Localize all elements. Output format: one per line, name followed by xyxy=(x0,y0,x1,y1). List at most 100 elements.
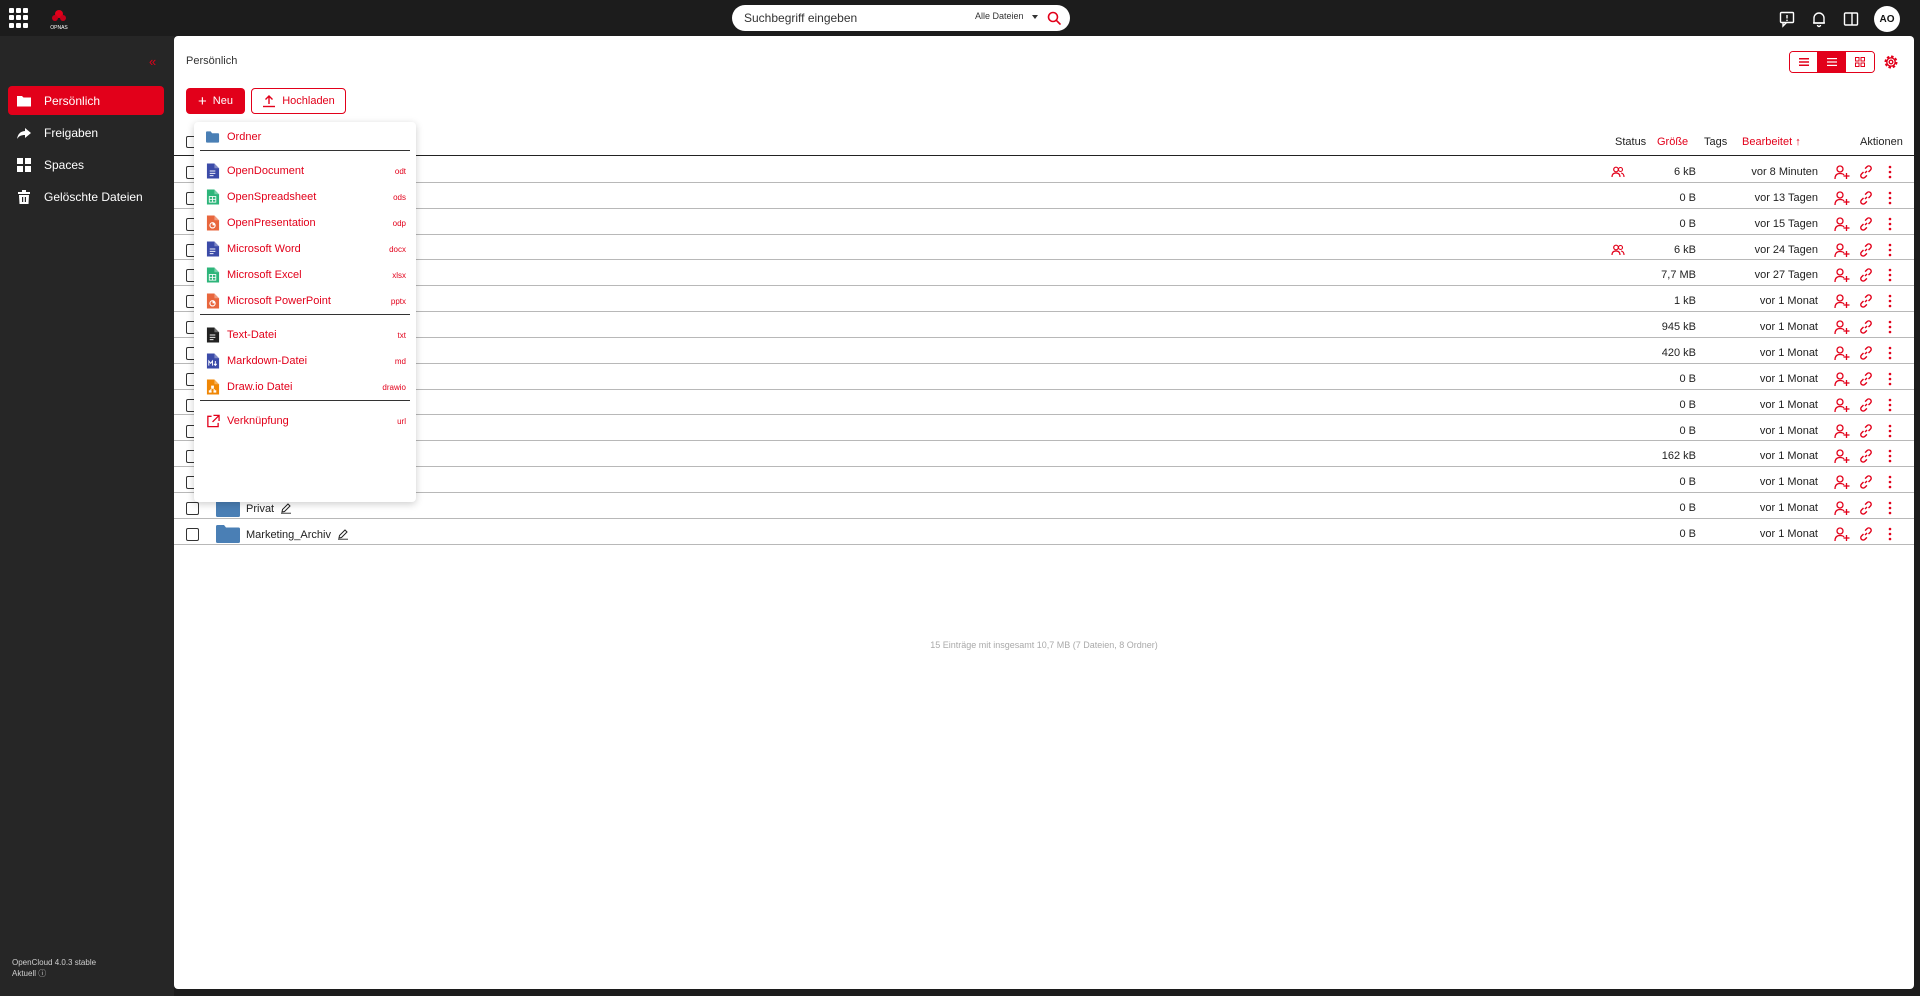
row-name[interactable]: Privat xyxy=(246,502,292,515)
more-actions-icon[interactable] xyxy=(1882,242,1898,258)
add-share-icon[interactable] xyxy=(1834,500,1850,516)
more-actions-icon[interactable] xyxy=(1882,293,1898,309)
table-row[interactable]: 0 B vor 1 Monat xyxy=(174,390,1914,416)
add-share-icon[interactable] xyxy=(1834,397,1850,413)
search-icon[interactable] xyxy=(1046,10,1062,26)
update-status[interactable]: Aktuell ⓘ xyxy=(12,968,96,979)
copy-link-icon[interactable] xyxy=(1858,190,1874,206)
row-checkbox[interactable] xyxy=(186,527,199,541)
more-actions-icon[interactable] xyxy=(1882,216,1898,232)
sidebar-item-trash[interactable]: Gelöschte Dateien xyxy=(8,182,164,211)
add-share-icon[interactable] xyxy=(1834,448,1850,464)
new-menu-item[interactable]: Verknüpfung url xyxy=(194,408,416,434)
new-menu-item[interactable]: Microsoft Excel xlsx xyxy=(194,262,416,288)
table-row[interactable]: Arbeitsverträge0 Bvor 1 Monat xyxy=(174,467,1914,494)
new-menu-item[interactable]: Microsoft PowerPoint pptx xyxy=(194,288,416,314)
add-share-icon[interactable] xyxy=(1834,474,1850,490)
header-modified[interactable]: Bearbeitet ↑ xyxy=(1742,136,1801,148)
more-actions-icon[interactable] xyxy=(1882,448,1898,464)
add-share-icon[interactable] xyxy=(1834,371,1850,387)
table-row[interactable]: Marketing_Archiv 0 B vor 1 Monat xyxy=(174,519,1914,545)
side-panel-toggle-icon[interactable] xyxy=(1842,10,1860,28)
table-row[interactable]: 6 kB vor 8 Minuten xyxy=(174,157,1914,183)
feedback-icon[interactable] xyxy=(1778,10,1796,28)
copy-link-icon[interactable] xyxy=(1858,345,1874,361)
copy-link-icon[interactable] xyxy=(1858,371,1874,387)
more-actions-icon[interactable] xyxy=(1882,526,1898,542)
notifications-bell-icon[interactable] xyxy=(1810,10,1828,28)
copy-link-icon[interactable] xyxy=(1858,267,1874,283)
row-name[interactable]: Marketing_Archiv xyxy=(246,528,349,541)
add-share-icon[interactable] xyxy=(1834,164,1850,180)
new-menu-item[interactable]: OpenDocument odt xyxy=(194,158,416,184)
new-menu-item[interactable]: Draw.io Datei drawio xyxy=(194,374,416,400)
app-switcher-icon[interactable] xyxy=(9,8,29,28)
more-actions-icon[interactable] xyxy=(1882,345,1898,361)
more-actions-icon[interactable] xyxy=(1882,164,1898,180)
more-actions-icon[interactable] xyxy=(1882,319,1898,335)
rename-pencil-icon[interactable] xyxy=(337,528,349,540)
view-list-button[interactable] xyxy=(1818,52,1846,72)
add-share-icon[interactable] xyxy=(1834,423,1850,439)
copy-link-icon[interactable] xyxy=(1858,526,1874,542)
user-avatar[interactable]: AO xyxy=(1874,6,1900,32)
settings-gear-icon[interactable] xyxy=(1882,53,1900,71)
copy-link-icon[interactable] xyxy=(1858,474,1874,490)
more-actions-icon[interactable] xyxy=(1882,397,1898,413)
copy-link-icon[interactable] xyxy=(1858,397,1874,413)
view-condensed-button[interactable] xyxy=(1790,52,1818,72)
table-row[interactable]: 420 kB vor 1 Monat xyxy=(174,338,1914,364)
shared-users-icon[interactable] xyxy=(1611,243,1625,257)
breadcrumb[interactable]: Persönlich xyxy=(186,55,237,67)
add-share-icon[interactable] xyxy=(1834,242,1850,258)
more-actions-icon[interactable] xyxy=(1882,371,1898,387)
more-actions-icon[interactable] xyxy=(1882,267,1898,283)
rename-pencil-icon[interactable] xyxy=(280,502,292,514)
new-menu-item[interactable]: Microsoft Word docx xyxy=(194,236,416,262)
add-share-icon[interactable] xyxy=(1834,267,1850,283)
table-row[interactable]: 7,7 MB vor 27 Tagen xyxy=(174,260,1914,287)
header-size[interactable]: Größe xyxy=(1657,136,1688,148)
add-share-icon[interactable] xyxy=(1834,526,1850,542)
copy-link-icon[interactable] xyxy=(1858,242,1874,258)
table-row[interactable]: Privat 0 B vor 1 Monat xyxy=(174,493,1914,519)
sidebar-item-spaces[interactable]: Spaces xyxy=(8,150,164,179)
search-scope-dropdown[interactable]: Alle Dateien xyxy=(975,11,1038,21)
table-row[interactable]: 0 B vor 1 Monat xyxy=(174,416,1914,442)
shared-users-icon[interactable] xyxy=(1611,165,1625,179)
table-row[interactable]: 0 B vor 1 Monat xyxy=(174,364,1914,390)
row-checkbox[interactable] xyxy=(186,502,199,516)
add-share-icon[interactable] xyxy=(1834,345,1850,361)
new-menu-item[interactable]: Ordner xyxy=(194,124,416,150)
view-tiles-button[interactable] xyxy=(1846,52,1874,72)
copy-link-icon[interactable] xyxy=(1858,164,1874,180)
sidebar-item-personal[interactable]: Persönlich xyxy=(8,86,164,115)
more-actions-icon[interactable] xyxy=(1882,423,1898,439)
new-button[interactable]: + Neu xyxy=(186,88,245,114)
more-actions-icon[interactable] xyxy=(1882,474,1898,490)
upload-button[interactable]: Hochladen xyxy=(251,88,346,114)
sidebar-item-shares[interactable]: Freigaben xyxy=(8,118,164,147)
copy-link-icon[interactable] xyxy=(1858,293,1874,309)
table-row[interactable]: 0 B vor 15 Tagen xyxy=(174,209,1914,235)
more-actions-icon[interactable] xyxy=(1882,190,1898,206)
table-row[interactable]: 0 B vor 13 Tagen xyxy=(174,183,1914,209)
table-row[interactable]: Angebote_2026162 kBvor 1 Monat xyxy=(174,441,1914,468)
add-share-icon[interactable] xyxy=(1834,190,1850,206)
copy-link-icon[interactable] xyxy=(1858,448,1874,464)
copy-link-icon[interactable] xyxy=(1858,216,1874,232)
copy-link-icon[interactable] xyxy=(1858,500,1874,516)
new-menu-item[interactable]: OpenPresentation odp xyxy=(194,210,416,236)
table-row[interactable]: 1 kB vor 1 Monat xyxy=(174,286,1914,313)
add-share-icon[interactable] xyxy=(1834,216,1850,232)
new-menu-item[interactable]: OpenSpreadsheet ods xyxy=(194,184,416,210)
add-share-icon[interactable] xyxy=(1834,319,1850,335)
copy-link-icon[interactable] xyxy=(1858,319,1874,335)
copy-link-icon[interactable] xyxy=(1858,423,1874,439)
search-input[interactable] xyxy=(744,10,964,26)
sidebar-collapse-icon[interactable]: « xyxy=(149,54,156,69)
table-row[interactable]: 6 kB vor 24 Tagen xyxy=(174,235,1914,261)
more-actions-icon[interactable] xyxy=(1882,500,1898,516)
table-row[interactable]: 945 kB vor 1 Monat xyxy=(174,312,1914,338)
new-menu-item[interactable]: Text-Datei txt xyxy=(194,322,416,348)
